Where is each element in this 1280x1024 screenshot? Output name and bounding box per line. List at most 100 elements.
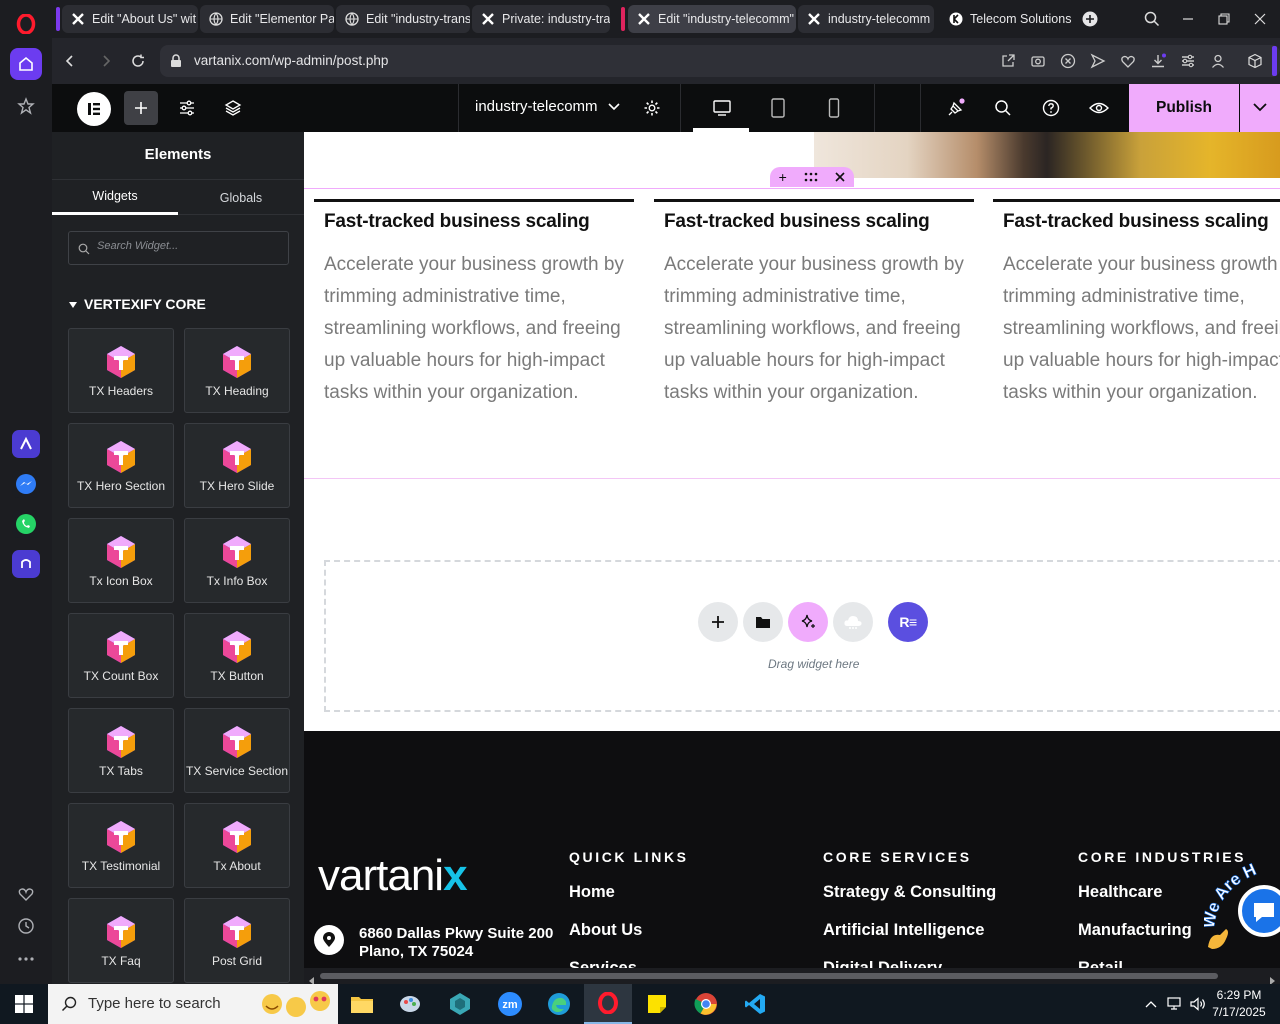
footer-link[interactable]: Artificial Intelligence bbox=[823, 921, 996, 959]
folder-icon[interactable] bbox=[743, 602, 783, 642]
elementor-logo-icon[interactable] bbox=[77, 92, 111, 126]
chat-widget-button[interactable] bbox=[1238, 885, 1280, 937]
favorite-heart-icon[interactable] bbox=[1120, 53, 1136, 74]
footer-logo[interactable]: vartanix bbox=[318, 851, 468, 901]
new-tab-icon[interactable] bbox=[1078, 8, 1102, 30]
messenger-icon[interactable] bbox=[12, 470, 40, 498]
file-explorer-icon[interactable] bbox=[338, 984, 386, 1024]
close-window-icon[interactable] bbox=[1248, 8, 1272, 30]
site-settings-sliders-icon[interactable] bbox=[173, 94, 201, 122]
preview-eye-icon[interactable] bbox=[1085, 94, 1113, 122]
reload-icon[interactable] bbox=[127, 50, 149, 72]
url-field[interactable]: vartanix.com/wp-admin/post.php bbox=[160, 45, 1280, 77]
empty-drop-zone[interactable]: R≡ Drag widget here bbox=[324, 560, 1280, 712]
help-icon[interactable] bbox=[1037, 94, 1065, 122]
back-icon[interactable] bbox=[59, 50, 81, 72]
share-icon[interactable] bbox=[1000, 53, 1016, 74]
add-element-icon[interactable] bbox=[124, 91, 158, 125]
widget-item[interactable]: TX Button bbox=[184, 613, 290, 698]
cloud-icon[interactable] bbox=[833, 602, 873, 642]
widget-item[interactable]: TX Headers bbox=[68, 328, 174, 413]
flow-send-icon[interactable] bbox=[1090, 53, 1106, 74]
download-icon[interactable] bbox=[1150, 53, 1166, 74]
restore-icon[interactable] bbox=[1212, 8, 1236, 30]
opera-logo-icon[interactable] bbox=[10, 8, 42, 40]
footer-link[interactable]: Services bbox=[569, 959, 689, 968]
more-options-icon[interactable] bbox=[10, 943, 42, 975]
tab-search-icon[interactable] bbox=[1140, 8, 1164, 30]
widget-item[interactable]: Post Grid bbox=[184, 898, 290, 983]
category-vertexify-core[interactable]: VERTEXIFY CORE bbox=[68, 296, 206, 312]
extensions-cube-icon[interactable] bbox=[1244, 50, 1266, 72]
tab-widgets[interactable]: Widgets bbox=[52, 180, 178, 215]
publish-button[interactable]: Publish bbox=[1129, 84, 1239, 132]
forward-icon[interactable] bbox=[95, 50, 117, 72]
horizontal-scrollbar[interactable] bbox=[304, 968, 1280, 985]
add-icon[interactable] bbox=[698, 602, 738, 642]
footer-link[interactable]: Home bbox=[569, 883, 689, 921]
widget-item[interactable]: TX Testimonial bbox=[68, 803, 174, 888]
taskbar-search-input[interactable] bbox=[88, 995, 248, 1012]
widget-item[interactable]: TX Count Box bbox=[68, 613, 174, 698]
widget-item[interactable]: Tx Icon Box bbox=[68, 518, 174, 603]
taskbar-search[interactable] bbox=[48, 984, 338, 1024]
home-icon[interactable] bbox=[10, 48, 42, 80]
footer-link[interactable]: Digital Delivery bbox=[823, 959, 996, 968]
mobile-view-icon[interactable] bbox=[820, 94, 848, 122]
tab-about-us[interactable]: Edit "About Us" wit bbox=[62, 5, 198, 33]
volume-icon[interactable] bbox=[1187, 984, 1209, 1024]
adblock-icon[interactable] bbox=[1060, 53, 1076, 74]
scrollbar-thumb[interactable] bbox=[320, 973, 1218, 979]
widget-item[interactable]: Tx About bbox=[184, 803, 290, 888]
tab-telecom-solutions[interactable]: Telecom Solutions - bbox=[940, 5, 1072, 33]
add-section-icon[interactable]: + bbox=[779, 169, 787, 185]
teal-app-icon[interactable] bbox=[436, 984, 484, 1024]
show-hidden-icons[interactable] bbox=[1140, 984, 1162, 1024]
vscode-icon[interactable] bbox=[731, 984, 779, 1024]
tablet-view-icon[interactable] bbox=[764, 94, 792, 122]
heart-icon[interactable] bbox=[10, 878, 42, 910]
tab-industry-trans[interactable]: Edit "industry-trans bbox=[336, 5, 470, 33]
sticky-notes-icon[interactable] bbox=[633, 984, 681, 1024]
delete-section-icon[interactable] bbox=[835, 169, 845, 185]
widget-item[interactable]: TX Service Section bbox=[184, 708, 290, 793]
whatsapp-icon[interactable] bbox=[12, 510, 40, 538]
easy-setup-icon[interactable] bbox=[1180, 53, 1196, 74]
history-clock-icon[interactable] bbox=[10, 910, 42, 942]
opera-taskbar-icon[interactable] bbox=[584, 984, 632, 1024]
widget-item[interactable]: Tx Info Box bbox=[184, 518, 290, 603]
page-selector[interactable]: industry-telecomm bbox=[475, 98, 620, 115]
tab-globals[interactable]: Globals bbox=[178, 180, 304, 215]
paint-icon[interactable] bbox=[386, 984, 434, 1024]
re-icon[interactable]: R≡ bbox=[888, 602, 928, 642]
widget-item[interactable]: TX Hero Section bbox=[68, 423, 174, 508]
publish-options-button[interactable] bbox=[1240, 84, 1280, 132]
ai-sparkle-icon[interactable] bbox=[788, 602, 828, 642]
widget-item[interactable]: TX Heading bbox=[184, 328, 290, 413]
finder-search-icon[interactable] bbox=[989, 94, 1017, 122]
feature-column[interactable]: Fast-tracked business scaling Accelerate… bbox=[993, 199, 1280, 409]
aria-app-icon[interactable] bbox=[12, 430, 40, 458]
widget-search[interactable] bbox=[68, 231, 289, 265]
profile-icon[interactable] bbox=[1210, 53, 1226, 74]
widget-item[interactable]: TX Tabs bbox=[68, 708, 174, 793]
structure-layers-icon[interactable] bbox=[219, 94, 247, 122]
widget-search-input[interactable] bbox=[97, 240, 277, 252]
page-settings-gear-icon[interactable] bbox=[638, 94, 666, 122]
tab-edit-industry-telecomm[interactable]: Edit "industry-telecomm" bbox=[628, 5, 796, 33]
chrome-icon[interactable] bbox=[682, 984, 730, 1024]
zoom-icon[interactable]: zm bbox=[486, 984, 534, 1024]
footer-link[interactable]: Retail bbox=[1078, 959, 1246, 968]
footer-link[interactable]: About Us bbox=[569, 921, 689, 959]
taskbar-clock[interactable]: 6:29 PM 7/17/2025 bbox=[1208, 987, 1270, 1021]
tab-private-industry[interactable]: Private: industry-tra bbox=[472, 5, 610, 33]
feature-column[interactable]: Fast-tracked business scaling Accelerate… bbox=[314, 199, 634, 409]
edge-icon[interactable] bbox=[535, 984, 583, 1024]
widget-item[interactable]: TX Hero Slide bbox=[184, 423, 290, 508]
snapshot-icon[interactable] bbox=[1030, 53, 1046, 74]
tab-industry-telecomm[interactable]: industry-telecomm bbox=[798, 5, 934, 33]
desktop-view-icon[interactable] bbox=[708, 94, 736, 122]
bookmarks-star-icon[interactable] bbox=[10, 90, 42, 122]
widget-item[interactable]: TX Faq bbox=[68, 898, 174, 983]
network-icon[interactable] bbox=[1164, 984, 1186, 1024]
